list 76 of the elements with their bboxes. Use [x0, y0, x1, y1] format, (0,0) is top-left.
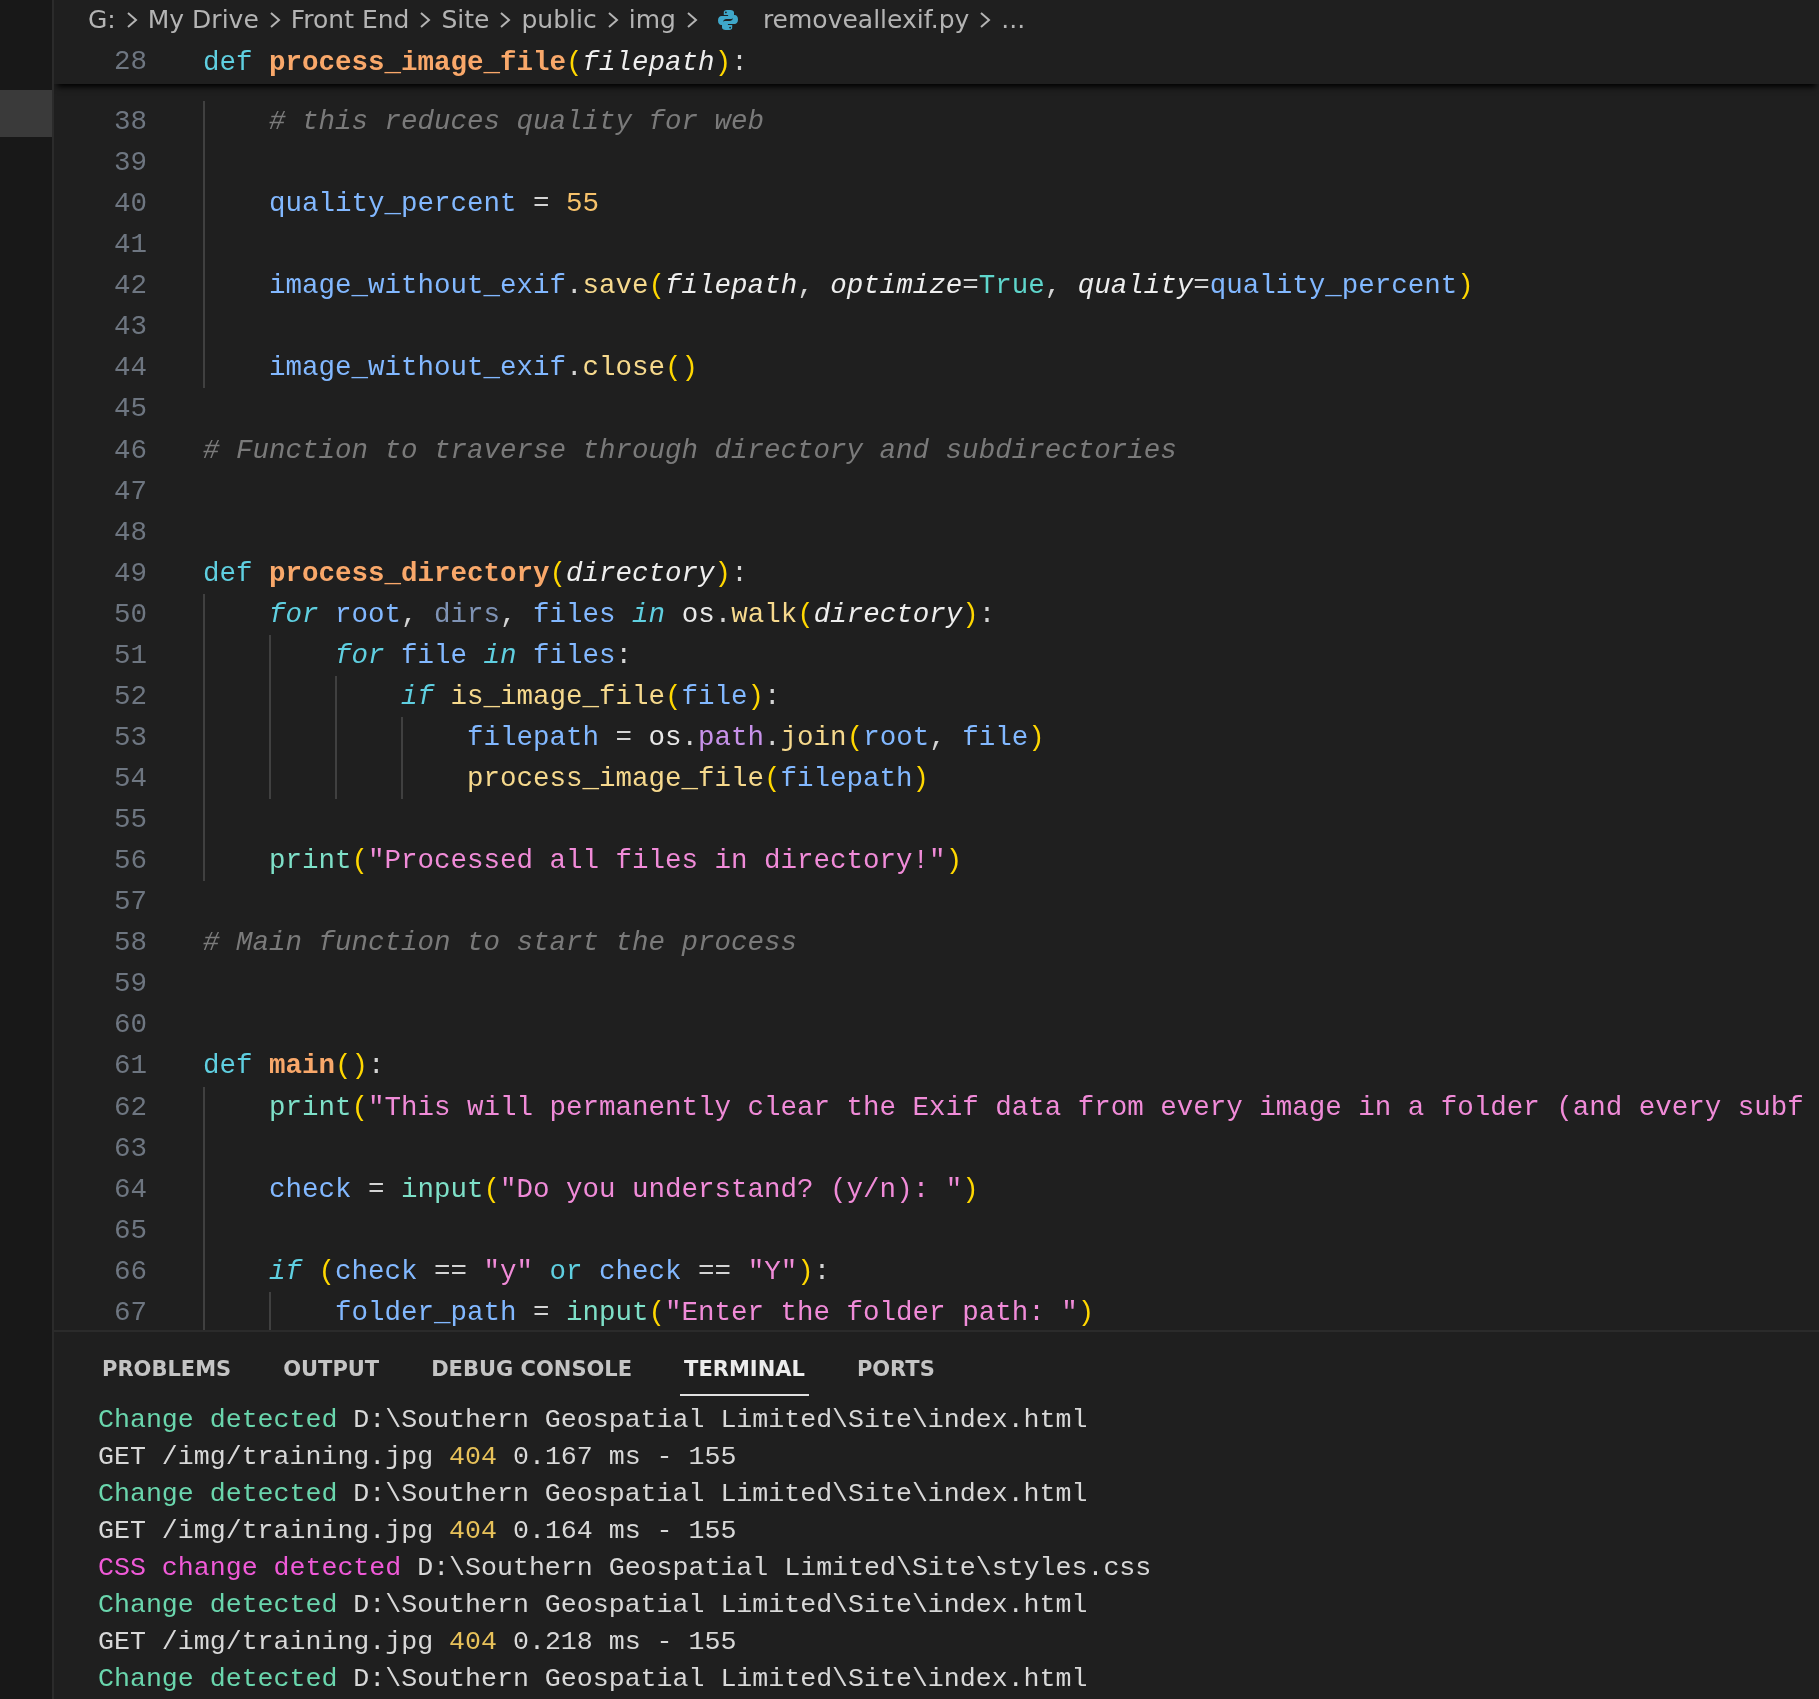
code-line: image_without_exif.save(filepath, optimize=True, quality=quality_percent): [269, 269, 1474, 304]
line-number: 39: [113, 146, 147, 181]
breadcrumb-item[interactable]: My Drive: [147, 1, 259, 39]
code-line: check = input("Do you understand? (y/n): "): [269, 1172, 979, 1207]
code-line: def process_image_file(filepath):: [203, 45, 748, 80]
line-number: 49: [113, 556, 147, 591]
code-line: # Function to traverse through directory and subdirectories: [203, 433, 1177, 468]
line-number: 57: [113, 885, 147, 920]
terminal-line: GET /img/training.jpg 404 0.167 ms - 155: [98, 1440, 738, 1474]
line-number: 66: [113, 1254, 147, 1289]
line-number: 67: [113, 1295, 147, 1330]
breadcrumb-item[interactable]: Front End: [290, 1, 410, 39]
breadcrumb-item[interactable]: Site: [441, 1, 490, 39]
line-number: 64: [113, 1172, 147, 1207]
line-number: 59: [113, 967, 147, 1002]
code-line: # Main function to start the process: [203, 926, 798, 961]
selection-highlight: [0, 90, 52, 137]
breadcrumb-item[interactable]: ...: [1001, 1, 1026, 39]
code-line: print("Processed all files in directory!"): [269, 844, 963, 879]
line-number: 54: [113, 762, 147, 797]
line-number: 62: [113, 1090, 147, 1125]
file-icon: [715, 8, 740, 32]
line-number: 55: [113, 803, 147, 838]
line-number: 42: [113, 269, 147, 304]
panel-tab[interactable]: TERMINAL: [680, 1350, 809, 1396]
line-number: 63: [113, 1131, 147, 1166]
code-line: if is_image_file(file):: [401, 679, 781, 714]
chevron-right-icon: [498, 10, 513, 30]
line-number: 61: [113, 1049, 147, 1084]
line-number: 46: [113, 433, 147, 468]
terminal-line: Change detected D:\Southern Geospatial Limited\Site\index.html: [98, 1588, 1089, 1622]
line-number: 44: [113, 351, 147, 386]
code-line: def process_directory(directory):: [203, 556, 748, 591]
line-number: 52: [113, 679, 147, 714]
panel-tab[interactable]: DEBUG CONSOLE: [427, 1350, 637, 1396]
code-line: folder_path = input("Enter the folder path: "): [335, 1295, 1095, 1330]
panel-tab[interactable]: OUTPUT: [279, 1350, 384, 1396]
line-number: 47: [113, 474, 147, 509]
breadcrumb-item[interactable]: img: [628, 1, 676, 39]
line-number: 60: [113, 1008, 147, 1043]
line-number: 50: [113, 597, 147, 632]
breadcrumb-item[interactable]: G:: [88, 1, 116, 39]
line-number: 28: [113, 45, 147, 79]
code-line: def main():: [203, 1049, 385, 1084]
terminal-line: GET /img/training.jpg 404 0.164 ms - 155: [98, 1514, 738, 1548]
terminal-line: Change detected D:\Southern Geospatial Limited\Site\index.html: [98, 1403, 1089, 1437]
line-number: 51: [113, 638, 147, 673]
line-number: 65: [113, 1213, 147, 1248]
line-number: 58: [113, 926, 147, 961]
line-number: 41: [113, 228, 147, 263]
terminal-line: CSS change detected D:\Southern Geospatial Limited\Site\styles.css: [98, 1551, 1153, 1585]
panel-tab[interactable]: PORTS: [852, 1350, 939, 1396]
line-number: 53: [113, 720, 147, 755]
breadcrumb-item[interactable]: removeallexif.py: [762, 1, 970, 39]
panel-tab[interactable]: PROBLEMS: [98, 1350, 236, 1396]
code-line: print("This will permanently clear the Exif data from every image in a folder (and every subf: [269, 1090, 1804, 1125]
line-number: 40: [113, 187, 147, 222]
breadcrumb-item[interactable]: public: [521, 1, 597, 39]
code-line: process_image_file(filepath): [467, 762, 930, 797]
code-line: # this reduces quality for web: [269, 105, 765, 140]
chevron-right-icon: [418, 10, 433, 30]
line-number: 43: [113, 310, 147, 345]
line-number: 45: [113, 392, 147, 427]
terminal-line: Change detected D:\Southern Geospatial Limited\Site\index.html: [98, 1477, 1089, 1511]
line-number: 56: [113, 844, 147, 879]
code-line: quality_percent = 55: [269, 187, 600, 222]
line-number: 48: [113, 515, 147, 550]
code-line: image_without_exif.close(): [269, 351, 699, 386]
code-line: filepath = os.path.join(root, file): [467, 720, 1045, 755]
terminal-line: Change detected D:\Southern Geospatial Limited\Site\index.html: [98, 1662, 1089, 1696]
chevron-right-icon: [978, 10, 993, 30]
code-line: for root, dirs, files in os.walk(directory):: [269, 597, 996, 632]
terminal-line: GET /img/training.jpg 404 0.218 ms - 155: [98, 1625, 738, 1659]
line-number: 38: [113, 105, 147, 140]
code-line: for file in files:: [335, 638, 633, 673]
code-line: if (check == "y" or check == "Y"):: [269, 1254, 831, 1289]
